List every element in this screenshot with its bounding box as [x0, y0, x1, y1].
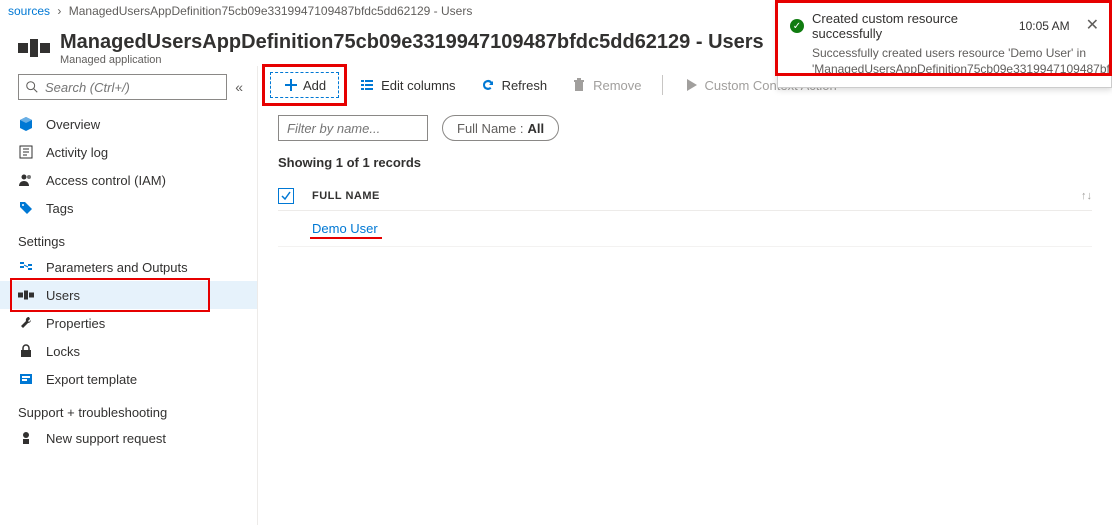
sidebar-item-activity-log[interactable]: Activity log: [0, 138, 257, 166]
parameters-icon: [18, 259, 34, 275]
sidebar: « Overview Activity log Access control (…: [0, 66, 258, 525]
close-icon[interactable]: ✕: [1086, 18, 1099, 34]
column-header-fullname[interactable]: FULL NAME: [312, 190, 1081, 202]
sidebar-item-label: Parameters and Outputs: [46, 260, 188, 275]
lock-icon: [18, 343, 34, 359]
managed-app-icon: [18, 39, 50, 57]
breadcrumb-prev[interactable]: sources: [8, 4, 50, 18]
sidebar-item-label: Users: [46, 288, 80, 303]
people-icon: [18, 172, 34, 188]
sidebar-item-iam[interactable]: Access control (IAM): [0, 166, 257, 194]
wrench-icon: [18, 315, 34, 331]
filter-row: Full Name : All: [258, 105, 1112, 151]
tag-icon: [18, 200, 34, 216]
add-button-label: Add: [303, 78, 326, 93]
toolbar-label: Edit columns: [381, 78, 455, 93]
table-row[interactable]: Demo User: [278, 211, 1092, 247]
table-header-row: FULL NAME ↑↓: [278, 182, 1092, 211]
refresh-button[interactable]: Refresh: [470, 73, 558, 97]
chevron-right-icon: ›: [57, 4, 61, 18]
toast-title: Created custom resource successfully: [812, 11, 1011, 41]
sidebar-section-settings: Settings: [0, 222, 257, 253]
sidebar-item-users[interactable]: Users: [0, 281, 257, 309]
sidebar-item-label: Export template: [46, 372, 137, 387]
add-button[interactable]: Add: [270, 72, 339, 98]
sidebar-item-label: Properties: [46, 316, 105, 331]
collapse-sidebar-icon[interactable]: «: [235, 79, 243, 95]
sidebar-item-label: New support request: [46, 431, 166, 446]
plus-icon: [283, 77, 299, 93]
cube-icon: [18, 116, 34, 132]
filter-pill-label: Full Name :: [457, 121, 523, 136]
search-input-wrapper[interactable]: [18, 74, 227, 100]
sort-icon[interactable]: ↑↓: [1081, 190, 1092, 202]
log-icon: [18, 144, 34, 160]
columns-icon: [359, 77, 375, 93]
user-name: Demo User: [312, 221, 378, 236]
filter-pill-value: All: [527, 121, 544, 136]
sidebar-item-new-support[interactable]: New support request: [0, 424, 257, 452]
main-content: Add Edit columns Refresh Remove Custom C…: [258, 66, 1112, 525]
toolbar-label: Remove: [593, 78, 641, 93]
filter-pill-fullname[interactable]: Full Name : All: [442, 115, 559, 141]
remove-button[interactable]: Remove: [561, 73, 651, 97]
trash-icon: [571, 77, 587, 93]
sidebar-item-label: Locks: [46, 344, 80, 359]
sidebar-item-label: Access control (IAM): [46, 173, 166, 188]
sidebar-item-label: Overview: [46, 117, 100, 132]
notification-toast: ✓ Created custom resource successfully 1…: [777, 0, 1112, 88]
sidebar-item-label: Activity log: [46, 145, 108, 160]
users-icon: [18, 287, 34, 303]
toolbar-label: Refresh: [502, 78, 548, 93]
page-title: ManagedUsersAppDefinition75cb09e33199471…: [60, 30, 764, 54]
export-icon: [18, 371, 34, 387]
sidebar-item-overview[interactable]: Overview: [0, 110, 257, 138]
toast-time: 10:05 AM: [1019, 19, 1070, 33]
sidebar-item-export-template[interactable]: Export template: [0, 365, 257, 393]
refresh-icon: [480, 77, 496, 93]
filter-name-input[interactable]: [278, 115, 428, 141]
toast-body: Successfully created users resource 'Dem…: [790, 45, 1099, 77]
sidebar-item-properties[interactable]: Properties: [0, 309, 257, 337]
success-icon: ✓: [790, 19, 804, 33]
page-subtitle: Managed application: [60, 54, 764, 66]
edit-columns-button[interactable]: Edit columns: [349, 73, 465, 97]
annotation-highlight: [310, 237, 382, 239]
check-icon: [280, 190, 292, 202]
sidebar-item-locks[interactable]: Locks: [0, 337, 257, 365]
select-all-checkbox[interactable]: [278, 188, 294, 204]
sidebar-item-tags[interactable]: Tags: [0, 194, 257, 222]
user-link[interactable]: Demo User: [312, 221, 378, 236]
search-icon: [25, 80, 39, 94]
support-icon: [18, 430, 34, 446]
sidebar-item-parameters[interactable]: Parameters and Outputs: [0, 253, 257, 281]
breadcrumb-current: ManagedUsersAppDefinition75cb09e33199471…: [69, 4, 473, 18]
toolbar-separator: [662, 75, 663, 95]
users-table: FULL NAME ↑↓ Demo User: [258, 182, 1112, 247]
search-input[interactable]: [45, 80, 220, 95]
play-icon: [683, 77, 699, 93]
records-count: Showing 1 of 1 records: [258, 151, 1112, 182]
sidebar-section-support: Support + troubleshooting: [0, 393, 257, 424]
sidebar-item-label: Tags: [46, 201, 73, 216]
